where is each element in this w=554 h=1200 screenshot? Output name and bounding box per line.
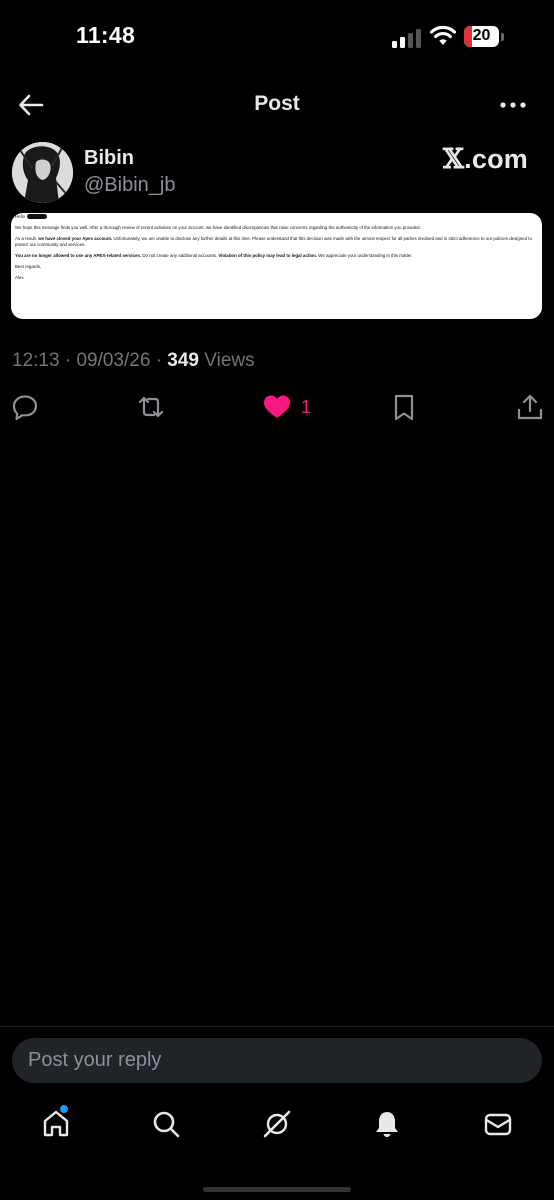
post-header: Post xyxy=(0,80,554,130)
brand-watermark: 𝕏.com xyxy=(443,144,528,175)
x-logo: 𝕏 xyxy=(443,144,465,175)
bookmark-icon[interactable] xyxy=(389,392,419,422)
email-paragraph-3c: Violation of this policy may lead to leg… xyxy=(218,253,318,258)
avatar[interactable] xyxy=(12,142,73,203)
post-time: 12:13 xyxy=(12,350,60,371)
meta-separator: · xyxy=(155,350,163,371)
like-count[interactable]: 1 xyxy=(301,397,311,418)
status-bar: 11:48 20 xyxy=(0,0,554,72)
views-count[interactable]: 349 xyxy=(167,350,199,371)
reply-icon[interactable] xyxy=(10,392,40,422)
wifi-icon xyxy=(429,25,457,45)
email-greeting: Hello xyxy=(15,214,26,219)
email-paragraph-2a: As a result, xyxy=(15,236,37,241)
email-paragraph-3d: We appreciate your understanding in this… xyxy=(318,253,413,258)
author-name[interactable]: Bibin xyxy=(84,147,134,170)
email-paragraph-3a: You are no longer allowed to use any APE… xyxy=(15,253,142,258)
ellipsis-icon[interactable] xyxy=(498,95,528,115)
battery-cap xyxy=(501,33,504,41)
status-time: 11:48 xyxy=(76,22,136,48)
bottom-tab-bar xyxy=(0,1100,554,1160)
meta-separator: · xyxy=(64,350,72,371)
battery-level: 20 xyxy=(472,27,491,44)
email-paragraph-2b: we have closed your Apex account. xyxy=(38,236,113,241)
messages-icon[interactable] xyxy=(482,1108,514,1140)
cellular-signal-icon xyxy=(392,28,422,48)
email-signature: Alex xyxy=(15,275,24,280)
like-icon[interactable] xyxy=(262,392,292,422)
battery-icon: 20 xyxy=(464,26,499,47)
page-title: Post xyxy=(254,92,300,115)
share-icon[interactable] xyxy=(515,392,545,422)
post-meta: 12:13 · 09/03/26 · 349 Views xyxy=(12,350,255,372)
author-handle[interactable]: @Bibin_jb xyxy=(84,174,175,197)
views-label: Views xyxy=(204,350,255,371)
brand-suffix: .com xyxy=(464,144,528,174)
home-notification-dot xyxy=(60,1105,68,1113)
email-paragraph-3b: Do not create any additional accounts. xyxy=(142,253,218,258)
email-paragraph-1: We hope this message finds you well. Aft… xyxy=(15,225,421,230)
reply-box[interactable] xyxy=(12,1038,542,1083)
notifications-icon[interactable] xyxy=(371,1108,403,1140)
home-indicator xyxy=(203,1187,351,1192)
email-closing: Best regards, xyxy=(15,264,42,269)
search-icon[interactable] xyxy=(150,1108,182,1140)
home-icon[interactable] xyxy=(40,1108,72,1140)
redaction-mark xyxy=(27,214,48,220)
post-actions: 1 xyxy=(0,388,554,428)
reply-input[interactable] xyxy=(12,1038,542,1083)
email-screenshot: Hello We hope this message finds you wel… xyxy=(15,214,535,286)
post-image[interactable]: Hello We hope this message finds you wel… xyxy=(11,213,542,319)
repost-icon[interactable] xyxy=(136,392,166,422)
grok-icon[interactable] xyxy=(261,1108,293,1140)
post-date: 09/03/26 xyxy=(76,350,151,371)
divider xyxy=(0,1026,554,1027)
